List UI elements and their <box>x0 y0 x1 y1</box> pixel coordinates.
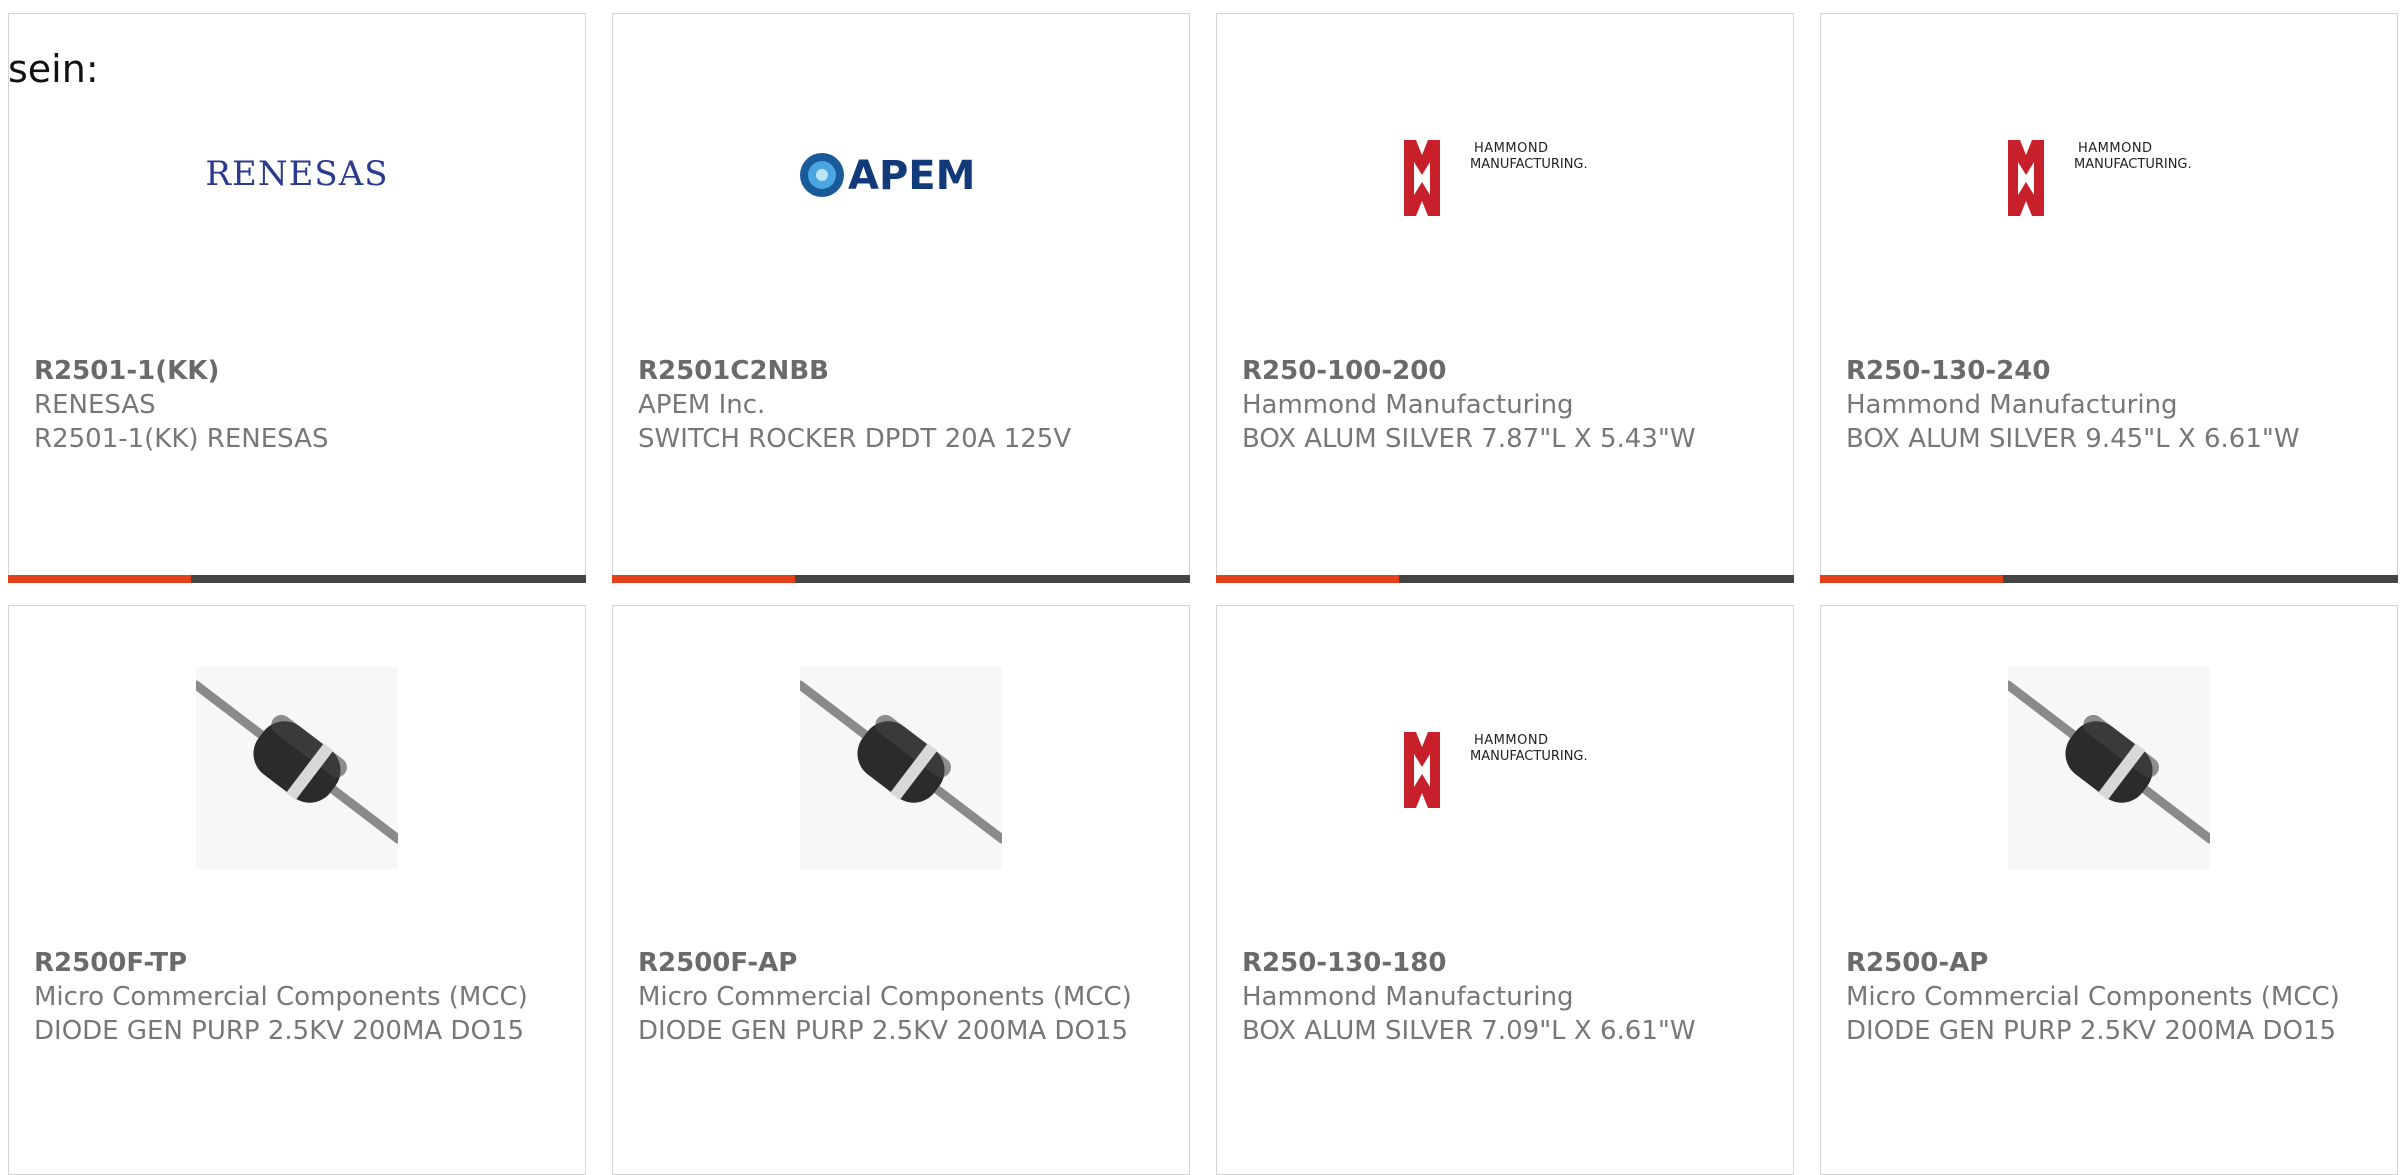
product-image[interactable]: RENESAS <box>196 75 398 277</box>
description: DIODE GEN PURP 2.5KV 200MA DO15 <box>34 1016 525 1046</box>
manufacturer: Hammond Manufacturing <box>1846 390 2178 420</box>
product-card[interactable]: HAMMOND MANUFACTURING. R250-130-180 Hamm… <box>1216 605 1794 1175</box>
product-info: R250-130-240 Hammond Manufacturing BOX A… <box>1846 354 2346 456</box>
product-card[interactable]: R2500-AP Micro Commercial Components (MC… <box>1820 605 2398 1175</box>
product-card[interactable]: HAMMOND MANUFACTURING. R250-100-200 Hamm… <box>1216 13 1794 583</box>
diode-photo <box>2008 667 2210 869</box>
description: BOX ALUM SILVER 7.87"L X 5.43"W <box>1242 424 1696 454</box>
hammond-logo-line2: MANUFACTURING. <box>2074 157 2192 172</box>
product-info: R2500F-AP Micro Commercial Components (M… <box>638 946 1138 1048</box>
card-bottom-bar <box>8 575 586 583</box>
description: BOX ALUM SILVER 7.09"L X 6.61"W <box>1242 1016 1696 1046</box>
hammond-logo: HAMMOND MANUFACTURING. <box>1404 140 1588 216</box>
hammond-logo-line1: HAMMOND <box>1474 141 1549 156</box>
part-number[interactable]: R250-130-240 <box>1846 354 2346 388</box>
product-image[interactable] <box>800 667 1002 869</box>
description: R2501-1(KK) RENESAS <box>34 424 329 454</box>
part-number[interactable]: R2500F-AP <box>638 946 1138 980</box>
product-card[interactable]: APEM R2501C2NBB APEM Inc. SWITCH ROCKER … <box>612 13 1190 583</box>
manufacturer: RENESAS <box>34 390 156 420</box>
product-info: R250-100-200 Hammond Manufacturing BOX A… <box>1242 354 1742 456</box>
product-image[interactable]: HAMMOND MANUFACTURING. <box>1404 667 1606 869</box>
card-bottom-bar <box>612 575 1190 583</box>
card-accent-bar <box>1216 575 1399 583</box>
card-accent-bar <box>1820 575 2003 583</box>
card-accent-bar <box>8 575 191 583</box>
manufacturer: Micro Commercial Components (MCC) <box>34 982 528 1012</box>
hammond-logo: HAMMOND MANUFACTURING. <box>2008 140 2192 216</box>
hammond-logo-line1: HAMMOND <box>2078 141 2153 156</box>
hammond-logo-line2: MANUFACTURING. <box>1470 749 1588 764</box>
product-info: R250-130-180 Hammond Manufacturing BOX A… <box>1242 946 1742 1048</box>
description: BOX ALUM SILVER 9.45"L X 6.61"W <box>1846 424 2300 454</box>
product-info: R2500F-TP Micro Commercial Components (M… <box>34 946 534 1048</box>
description: DIODE GEN PURP 2.5KV 200MA DO15 <box>1846 1016 2337 1046</box>
product-image[interactable] <box>2008 667 2210 869</box>
diode-photo <box>196 667 398 869</box>
manufacturer: Hammond Manufacturing <box>1242 982 1574 1012</box>
manufacturer: Micro Commercial Components (MCC) <box>1846 982 2340 1012</box>
product-image[interactable]: HAMMOND MANUFACTURING. <box>1404 75 1606 277</box>
part-number[interactable]: R2500F-TP <box>34 946 534 980</box>
hammond-logo-line2: MANUFACTURING. <box>1470 157 1588 172</box>
manufacturer: Micro Commercial Components (MCC) <box>638 982 1132 1012</box>
description: SWITCH ROCKER DPDT 20A 125V <box>638 424 1072 454</box>
manufacturer: Hammond Manufacturing <box>1242 390 1574 420</box>
product-card[interactable]: R2500F-TP Micro Commercial Components (M… <box>8 605 586 1175</box>
renesas-logo-text: RENESAS <box>205 154 388 194</box>
description: DIODE GEN PURP 2.5KV 200MA DO15 <box>638 1016 1129 1046</box>
product-card[interactable]: RENESAS R2501-1(KK) RENESAS R2501-1(KK) … <box>8 13 586 583</box>
product-grid: RENESAS R2501-1(KK) RENESAS R2501-1(KK) … <box>8 13 2398 1175</box>
product-card[interactable]: HAMMOND MANUFACTURING. R250-130-240 Hamm… <box>1820 13 2398 583</box>
part-number[interactable]: R2501-1(KK) <box>34 354 534 388</box>
diode-photo <box>800 667 1002 869</box>
manufacturer: APEM Inc. <box>638 390 766 420</box>
card-bottom-bar <box>1820 575 2398 583</box>
product-image[interactable] <box>196 667 398 869</box>
card-accent-bar <box>612 575 795 583</box>
lead-text: sein: <box>8 47 99 91</box>
product-info: R2501-1(KK) RENESAS R2501-1(KK) RENESAS <box>34 354 534 456</box>
card-bottom-bar <box>1216 575 1794 583</box>
apem-logo-text: APEM <box>848 153 975 199</box>
renesas-logo: RENESAS <box>205 154 388 194</box>
part-number[interactable]: R2501C2NBB <box>638 354 1138 388</box>
part-number[interactable]: R250-100-200 <box>1242 354 1742 388</box>
product-info: R2500-AP Micro Commercial Components (MC… <box>1846 946 2346 1048</box>
apem-logo: APEM <box>800 153 975 199</box>
product-image[interactable]: APEM <box>800 75 1002 277</box>
part-number[interactable]: R250-130-180 <box>1242 946 1742 980</box>
hammond-logo: HAMMOND MANUFACTURING. <box>1404 732 1588 808</box>
product-image[interactable]: HAMMOND MANUFACTURING. <box>2008 75 2210 277</box>
hammond-logo-line1: HAMMOND <box>1474 733 1549 748</box>
part-number[interactable]: R2500-AP <box>1846 946 2346 980</box>
product-info: R2501C2NBB APEM Inc. SWITCH ROCKER DPDT … <box>638 354 1138 456</box>
product-card[interactable]: R2500F-AP Micro Commercial Components (M… <box>612 605 1190 1175</box>
